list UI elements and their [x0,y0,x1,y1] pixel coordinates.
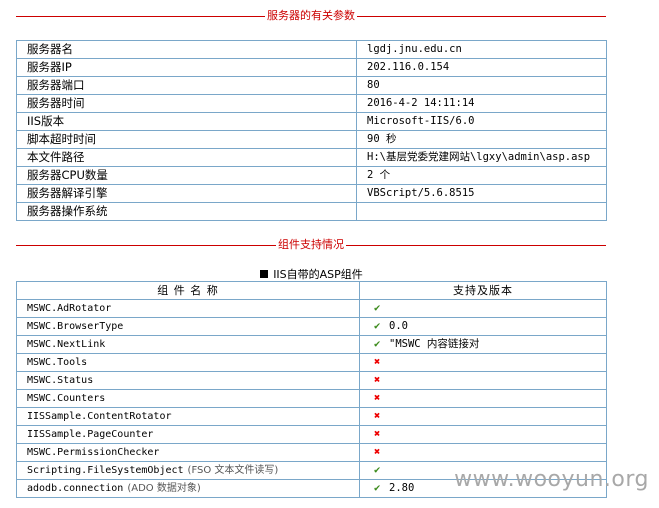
component-name: MSWC.Status [27,375,94,386]
component-row: MSWC.Status ✖ [16,371,607,390]
server-info-value [356,202,607,221]
server-info-value: 202.116.0.154 [356,58,607,77]
component-name-cell: MSWC.Counters [16,389,360,408]
server-info-row: 服务器操作系统 [16,202,607,221]
server-info-key: 服务器名 [16,40,357,59]
header-component-name: 组 件 名 称 [16,281,360,300]
cross-icon: ✖ [374,410,381,422]
component-support-cell: ✖ [359,407,607,426]
component-name: MSWC.Tools [27,357,88,368]
component-name-cell: MSWC.NextLink [16,335,360,354]
checkmark-icon: ✔ [374,302,381,314]
component-support-cell: ✖ [359,371,607,390]
square-bullet-icon [260,270,269,278]
server-info-value: Microsoft-IIS/6.0 [356,112,607,131]
component-name: IISSample.ContentRotator [27,411,172,422]
server-info-row: 脚本超时时间 90 秒 [16,130,607,149]
server-info-key: 服务器操作系统 [16,202,357,221]
server-info-row: 服务器IP 202.116.0.154 [16,58,607,77]
server-info-row: 服务器解译引擎 VBScript/5.6.8515 [16,184,607,203]
component-section-title-text: 组件支持情况 [276,238,346,252]
component-name-cell: MSWC.AdRotator [16,299,360,318]
component-version: 0.0 [389,320,408,332]
checkmark-icon: ✔ [374,464,381,476]
component-name: MSWC.PermissionChecker [27,447,160,458]
component-caption: IIS自带的ASP组件 [16,266,607,282]
server-info-row: 服务器名 lgdj.jnu.edu.cn [16,40,607,59]
component-caption-text: IIS自带的ASP组件 [273,268,363,281]
checkmark-icon: ✔ [374,320,381,332]
server-info-value: 2016-4-2 14:11:14 [356,94,607,113]
server-info-row: 服务器端口 80 [16,76,607,95]
component-section-title: 组件支持情况 [16,238,606,252]
component-name: MSWC.BrowserType [27,321,124,332]
server-info-key: 服务器时间 [16,94,357,113]
server-info-key: 脚本超时时间 [16,130,357,149]
component-support-cell: ✔ [359,299,607,318]
cross-icon: ✖ [374,428,381,440]
component-note: (ADO 数据对象) [127,483,201,494]
component-note: (FSO 文本文件读写) [187,465,279,476]
checkmark-icon: ✔ [374,338,381,350]
component-table-header: 组 件 名 称 支持及版本 [16,281,607,300]
component-row: IISSample.PageCounter ✖ [16,425,607,444]
server-info-value: H:\基层党委党建网站\lgxy\admin\asp.asp [356,148,607,167]
checkmark-icon: ✔ [374,482,381,494]
component-support-cell: ✖ [359,389,607,408]
component-version: 2.80 [389,482,415,494]
component-name-cell: MSWC.Tools [16,353,360,372]
server-info-table: 服务器名 lgdj.jnu.edu.cn 服务器IP 202.116.0.154 服务器… [16,40,607,221]
component-support-cell: ✖ [359,425,607,444]
server-info-key: 服务器解译引擎 [16,184,357,203]
watermark: www.wooyun.org [454,467,649,492]
component-support-cell: ✔ "MSWC 内容链接对 [359,335,607,354]
server-info-value: 2 个 [356,166,607,185]
server-info-row: IIS版本 Microsoft-IIS/6.0 [16,112,607,131]
server-section-title: 服务器的有关参数 [16,9,606,23]
component-name-cell: MSWC.BrowserType [16,317,360,336]
component-row: MSWC.BrowserType ✔ 0.0 [16,317,607,336]
component-name-cell: adodb.connection (ADO 数据对象) [16,479,360,498]
server-info-value: 80 [356,76,607,95]
component-version: "MSWC 内容链接对 [389,338,480,350]
server-info-value: VBScript/5.6.8515 [356,184,607,203]
server-info-key: 服务器端口 [16,76,357,95]
component-name-cell: MSWC.PermissionChecker [16,443,360,462]
server-section-title-text: 服务器的有关参数 [265,9,357,23]
component-row: MSWC.AdRotator ✔ [16,299,607,318]
component-support-cell: ✖ [359,443,607,462]
cross-icon: ✖ [374,392,381,404]
server-info-key: 服务器CPU数量 [16,166,357,185]
server-info-value: lgdj.jnu.edu.cn [356,40,607,59]
component-name: MSWC.AdRotator [27,303,112,314]
server-info-row: 服务器CPU数量 2 个 [16,166,607,185]
cross-icon: ✖ [374,374,381,386]
component-row: IISSample.ContentRotator ✖ [16,407,607,426]
component-row: MSWC.Tools ✖ [16,353,607,372]
server-info-row: 本文件路径 H:\基层党委党建网站\lgxy\admin\asp.asp [16,148,607,167]
server-info-key: 服务器IP [16,58,357,77]
server-info-value: 90 秒 [356,130,607,149]
component-name-cell: IISSample.PageCounter [16,425,360,444]
header-support-version: 支持及版本 [359,281,607,300]
component-name: IISSample.PageCounter [27,429,154,440]
server-info-row: 服务器时间 2016-4-2 14:11:14 [16,94,607,113]
component-name: MSWC.Counters [27,393,106,404]
component-support-cell: ✖ [359,353,607,372]
component-name: Scripting.FileSystemObject [27,465,184,476]
server-info-key: IIS版本 [16,112,357,131]
component-row: MSWC.Counters ✖ [16,389,607,408]
component-name: adodb.connection [27,483,124,494]
cross-icon: ✖ [374,446,381,458]
component-row: MSWC.NextLink ✔ "MSWC 内容链接对 [16,335,607,354]
component-support-cell: ✔ 0.0 [359,317,607,336]
cross-icon: ✖ [374,356,381,368]
component-name: MSWC.NextLink [27,339,106,350]
component-table: 组 件 名 称 支持及版本 MSWC.AdRotator ✔ MSWC.Browse… [16,281,607,498]
component-row: MSWC.PermissionChecker ✖ [16,443,607,462]
server-info-key: 本文件路径 [16,148,357,167]
component-name-cell: IISSample.ContentRotator [16,407,360,426]
component-name-cell: MSWC.Status [16,371,360,390]
component-name-cell: Scripting.FileSystemObject (FSO 文本文件读写) [16,461,360,480]
